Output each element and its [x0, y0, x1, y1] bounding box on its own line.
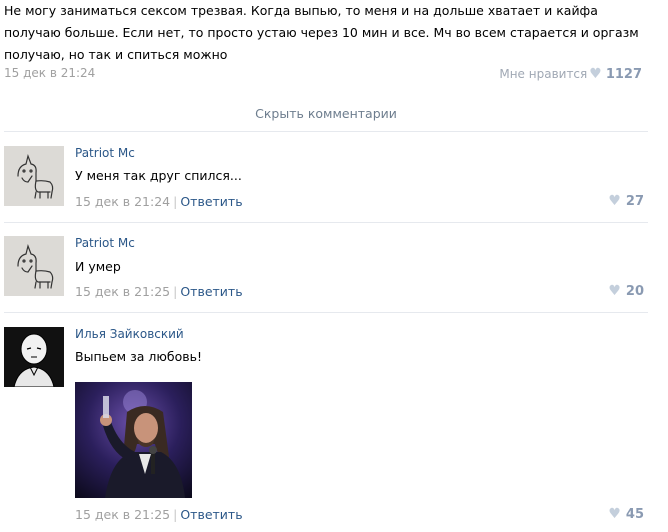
avatar[interactable]: [4, 236, 64, 296]
comment-meta: 15 дек в 21:25 | Ответить: [75, 284, 243, 299]
divider: [4, 312, 648, 313]
hide-comments-link[interactable]: Скрыть комментарии: [4, 106, 648, 121]
reply-button[interactable]: Ответить: [180, 507, 242, 522]
comment-item: Patriot Mc У меня так друг спился... 15 …: [4, 146, 648, 216]
heart-icon: ♥: [608, 193, 621, 209]
unicorn-sketch-icon: [4, 146, 64, 206]
comment-author[interactable]: Илья Зайковский: [75, 327, 184, 341]
attached-photo[interactable]: [75, 382, 192, 498]
comment-date[interactable]: 15 дек в 21:25: [75, 507, 170, 522]
comment-author[interactable]: Patriot Mc: [75, 146, 135, 160]
heart-icon: ♥: [608, 283, 621, 299]
comment-text: Выпьем за любовь!: [75, 349, 202, 364]
heart-icon: ♥: [608, 506, 621, 522]
comment-like-button[interactable]: ♥ 27: [608, 193, 644, 209]
comment-author[interactable]: Patriot Mc: [75, 236, 135, 250]
comment-like-button[interactable]: ♥ 45: [608, 506, 644, 522]
post-like-button[interactable]: Мне нравится ♥ 1127: [499, 66, 642, 82]
comment-text: У меня так друг спился...: [75, 168, 242, 183]
post-like-label: Мне нравится: [499, 67, 588, 81]
comment-like-count: 27: [625, 194, 644, 209]
post-date[interactable]: 15 дек в 21:24: [4, 66, 95, 80]
divider: [4, 222, 648, 223]
comment-like-button[interactable]: ♥ 20: [608, 283, 644, 299]
bald-hero-icon: [4, 327, 64, 387]
comment-like-count: 20: [625, 284, 644, 299]
comment-date[interactable]: 15 дек в 21:24: [75, 194, 170, 209]
comment-item: Илья Зайковский Выпьем за любовь! 15 дек…: [4, 327, 648, 527]
comment-date[interactable]: 15 дек в 21:25: [75, 284, 170, 299]
avatar[interactable]: [4, 327, 64, 387]
comment-meta: 15 дек в 21:25 | Ответить: [75, 507, 243, 522]
singer-photo-image: [75, 382, 192, 498]
avatar[interactable]: [4, 146, 64, 206]
post-like-count: 1127: [605, 67, 642, 82]
post-meta: 15 дек в 21:24 Мне нравится ♥ 1127: [4, 66, 642, 84]
comment-text: И умер: [75, 259, 121, 274]
unicorn-sketch-icon: [4, 236, 64, 296]
reply-button[interactable]: Ответить: [180, 194, 242, 209]
divider: [4, 131, 648, 132]
post-text: Не могу заниматься сексом трезвая. Когда…: [4, 3, 639, 62]
comment-like-count: 45: [625, 507, 644, 522]
reply-button[interactable]: Ответить: [180, 284, 242, 299]
comment-item: Patriot Mc И умер 15 дек в 21:25 | Ответит…: [4, 236, 648, 306]
comment-meta: 15 дек в 21:24 | Ответить: [75, 194, 243, 209]
heart-icon: ♥: [589, 66, 602, 82]
